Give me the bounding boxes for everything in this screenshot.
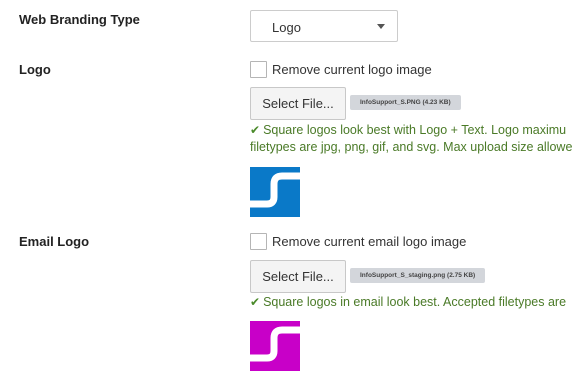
web-branding-type-label: Web Branding Type xyxy=(19,12,140,27)
email-logo-help-text: ✔ Square logos in email look best. Accept… xyxy=(250,294,581,311)
remove-logo-checkbox[interactable] xyxy=(250,61,267,78)
logo-image xyxy=(250,167,300,217)
email-logo-image xyxy=(250,321,300,371)
web-branding-type-select[interactable]: Logo xyxy=(250,10,398,42)
logo-select-file-button[interactable]: Select File... xyxy=(250,87,346,120)
logo-help-text: ✔ Square logos look best with Logo + Text… xyxy=(250,122,581,156)
logo-thumbnail xyxy=(250,167,300,217)
chevron-down-icon xyxy=(377,24,385,29)
logo-label: Logo xyxy=(19,62,51,77)
remove-logo-row[interactable]: Remove current logo image xyxy=(250,61,432,78)
logo-file-badge: InfoSupport_S.PNG (4.23 KB) xyxy=(350,95,461,110)
remove-logo-label[interactable]: Remove current logo image xyxy=(272,62,432,77)
email-logo-label: Email Logo xyxy=(19,234,90,249)
select-value: Logo xyxy=(272,20,301,35)
email-logo-help-line1: Square logos in email look best. Accepte… xyxy=(263,295,567,309)
email-logo-file-badge: InfoSupport_S_staging.png (2.75 KB) xyxy=(350,268,486,283)
checkmark-icon: ✔ xyxy=(250,295,261,309)
remove-email-logo-checkbox[interactable] xyxy=(250,233,267,250)
email-logo-thumbnail xyxy=(250,321,300,371)
logo-help-line1: Square logos look best with Logo + Text.… xyxy=(263,123,567,137)
remove-email-logo-label[interactable]: Remove current email logo image xyxy=(272,234,466,249)
email-logo-select-file-button[interactable]: Select File... xyxy=(250,260,346,293)
logo-help-line2: filetypes are jpg, png, gif, and svg. Ma… xyxy=(250,140,573,154)
checkmark-icon: ✔ xyxy=(250,123,261,137)
remove-email-logo-row[interactable]: Remove current email logo image xyxy=(250,233,466,250)
